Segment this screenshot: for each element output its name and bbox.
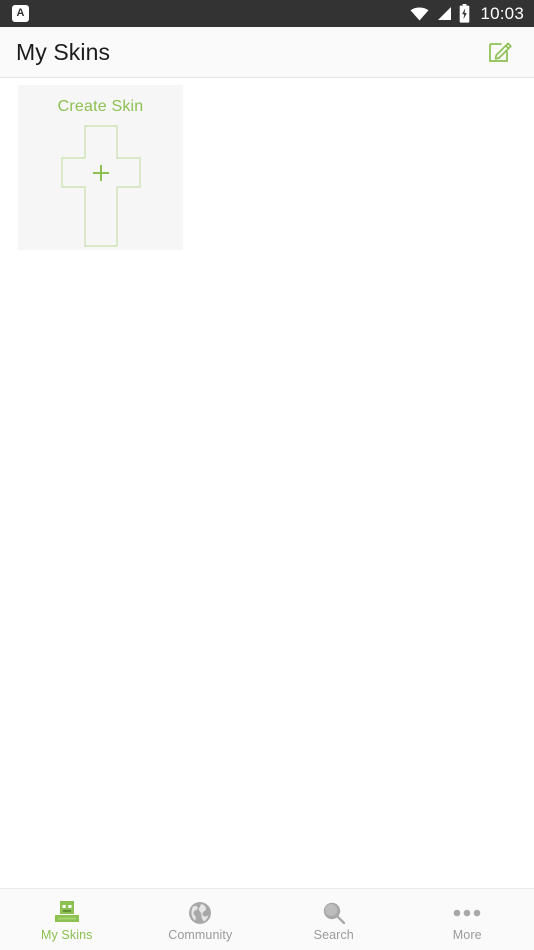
nav-tab-my-skins[interactable]: My Skins — [0, 889, 134, 950]
status-bar-left-icons: A — [12, 5, 29, 22]
edit-pencil-square-icon — [487, 38, 513, 67]
status-bar-clock: 10:03 — [480, 3, 524, 23]
status-bar: A 10:03 — [0, 0, 534, 27]
app-bar: My Skins — [0, 27, 534, 78]
status-bar-right-icons: 10:03 — [410, 4, 524, 24]
nav-label-search: Search — [313, 927, 354, 942]
nav-label-community: Community — [168, 927, 233, 942]
nav-label-more: More — [452, 927, 482, 942]
ellipsis-icon — [452, 900, 482, 926]
bottom-navigation-bar: My Skins Community Search More — [0, 888, 534, 950]
nav-label-my-skins: My Skins — [40, 927, 93, 942]
edit-button[interactable] — [480, 32, 520, 72]
create-skin-label: Create Skin — [57, 98, 144, 115]
nav-tab-more[interactable]: More — [401, 889, 534, 950]
notification-badge-letter: A — [16, 7, 25, 19]
skins-grid: Create Skin — [0, 79, 534, 250]
magnifier-icon — [321, 900, 347, 926]
wifi-icon — [410, 5, 429, 22]
create-skin-card[interactable]: Create Skin — [18, 85, 183, 250]
cellular-signal-icon — [436, 5, 452, 22]
minecraft-character-icon — [52, 900, 82, 926]
globe-icon — [187, 900, 213, 926]
page-title: My Skins — [16, 38, 111, 65]
battery-charging-icon — [459, 4, 470, 23]
minecraft-skin-outline-plus-icon — [60, 121, 141, 250]
app-notification-badge-icon: A — [12, 5, 29, 22]
nav-tab-search[interactable]: Search — [267, 889, 401, 950]
main-content: Create Skin — [0, 79, 534, 889]
nav-tab-community[interactable]: Community — [134, 889, 268, 950]
